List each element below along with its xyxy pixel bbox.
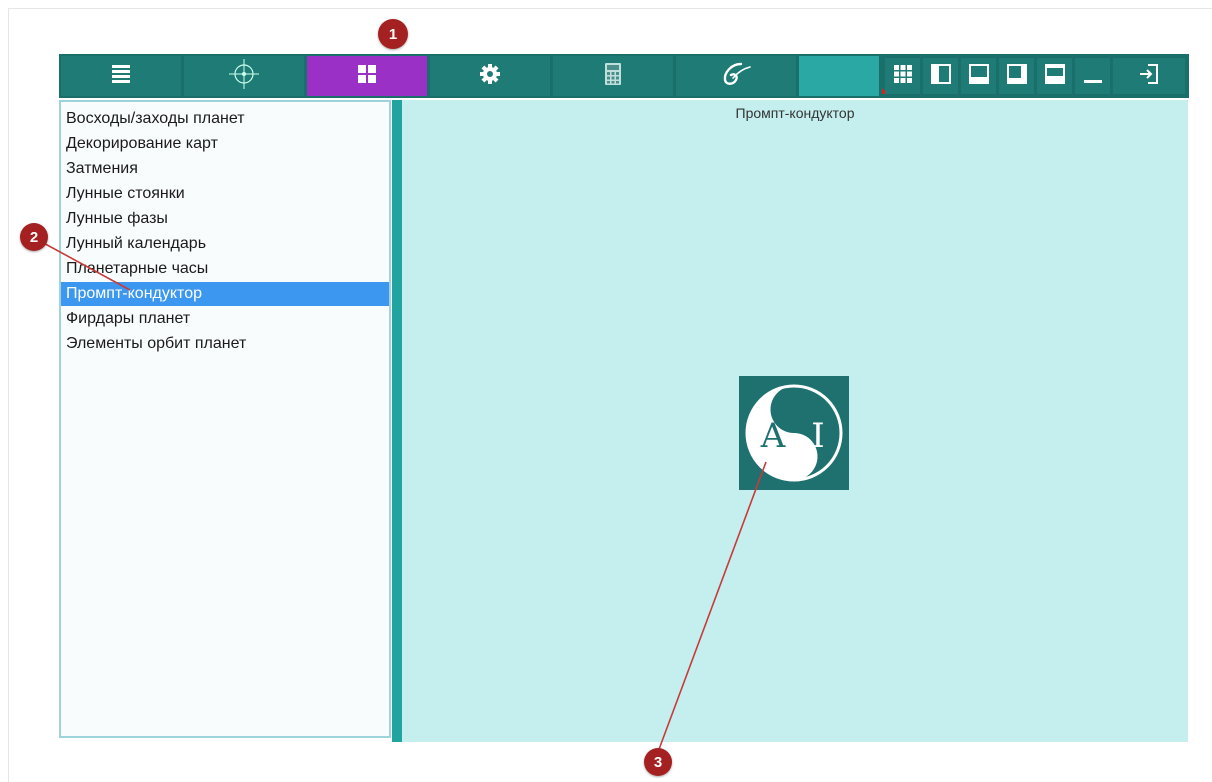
exit-icon [1137,62,1161,91]
script-glyph-icon [719,61,753,92]
layout-left-panel-icon [930,63,952,90]
minimize-icon [1082,63,1104,90]
callout-marker-3: 3 [644,748,672,776]
exit-button[interactable] [1113,58,1185,94]
main-toolbar [59,54,1189,98]
logo-letter-i: I [811,416,824,456]
list-item[interactable]: Фирдары планет [66,307,390,331]
list-item[interactable]: Планетарные часы [66,257,390,281]
layout-top-panel-icon [1044,63,1066,90]
layout-bottom-button[interactable] [961,58,996,94]
module-list-panel: Восходы/заходы планет Декорирование карт… [59,100,391,738]
callout-1-label: 1 [388,25,398,43]
crosshair-compass-icon [227,57,261,96]
layout-bottom-panel-icon [968,63,990,90]
ai-logo[interactable]: A I [739,376,849,490]
settings-tool-button[interactable] [430,56,550,96]
list-item[interactable]: Лунные фазы [66,207,390,231]
callout-2-label: 2 [29,228,39,246]
gear-icon [479,63,501,90]
chart-wheel-tool-button[interactable] [184,56,304,96]
list-item[interactable]: Восходы/заходы планет [66,107,390,131]
grid-4-squares-icon [356,63,378,90]
list-item[interactable]: Лунные стоянки [66,182,390,206]
callout-marker-2: 2 [20,223,48,251]
calculator-icon [604,62,622,91]
minimize-button[interactable] [1075,58,1110,94]
logo-letter-a: A [760,416,786,456]
ai-yin-yang-icon: A I [745,384,843,482]
list-item-selected[interactable]: Промпт-кондуктор [61,282,389,306]
script-tool-button[interactable] [676,56,796,96]
modules-tool-button[interactable] [307,56,427,96]
list-item[interactable]: Затмения [66,157,390,181]
layout-bottom-right-button[interactable] [999,58,1034,94]
list-item[interactable]: Лунный календарь [66,232,390,256]
grid-9-icon [893,64,913,89]
layout-left-button[interactable] [923,58,958,94]
calculator-tool-button[interactable] [553,56,673,96]
layout-bottom-right-panel-icon [1006,63,1028,90]
callout-3-label: 3 [653,753,663,771]
panel-splitter[interactable] [392,100,402,742]
menu-tool-button[interactable] [61,56,181,96]
grid-view-button[interactable] [885,58,920,94]
module-content-panel: Промпт-кондуктор A I [402,100,1188,742]
toolbar-spacer [799,56,879,96]
layout-top-button[interactable] [1037,58,1072,94]
menu-list-icon [110,63,132,90]
list-item[interactable]: Элементы орбит планет [66,332,390,356]
callout-marker-1: 1 [378,19,408,49]
panel-title: Промпт-кондуктор [735,105,855,121]
list-item[interactable]: Декорирование карт [66,132,390,156]
